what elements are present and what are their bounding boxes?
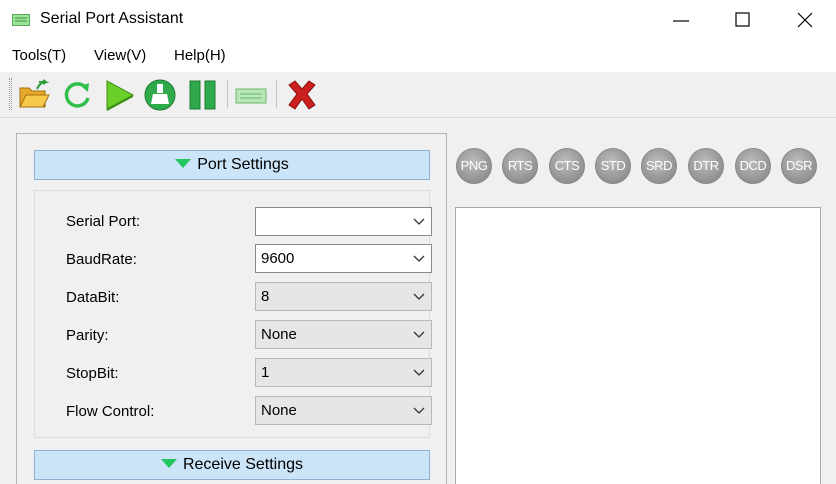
chevron-down-icon (413, 218, 425, 225)
baudrate-value: 9600 (261, 250, 295, 267)
chevron-down-icon (413, 407, 425, 414)
chevron-down-icon (413, 255, 425, 262)
signal-led-std: STD (595, 148, 631, 184)
maximize-button[interactable] (712, 0, 774, 40)
toolbar-separator (227, 80, 228, 108)
flow-control-value: None (261, 402, 297, 419)
flow-control-label: Flow Control: (66, 403, 155, 420)
baudrate-label: BaudRate: (66, 251, 137, 268)
open-button[interactable] (17, 78, 51, 112)
menu-help[interactable]: Help(H) (174, 47, 226, 64)
signal-led-dcd: DCD (735, 148, 771, 184)
start-button[interactable] (102, 78, 136, 112)
toolbar (0, 72, 836, 118)
parity-label: Parity: (66, 327, 109, 344)
signal-led-png: PNG (456, 148, 492, 184)
port-settings-title: Port Settings (197, 156, 289, 173)
chevron-down-icon (413, 369, 425, 376)
stopbit-value: 1 (261, 364, 270, 381)
chevron-down-icon (413, 293, 425, 300)
serial-port-icon (235, 88, 267, 104)
toolbar-separator (276, 80, 277, 108)
play-icon (106, 80, 135, 111)
window-title: Serial Port Assistant (40, 10, 184, 27)
close-x-icon (288, 80, 316, 110)
stopbit-select[interactable]: 1 (255, 358, 432, 387)
close-button[interactable] (774, 0, 836, 40)
signal-led-rts: RTS (502, 148, 538, 184)
flow-control-select[interactable]: None (255, 396, 432, 425)
serial-port-select[interactable] (255, 207, 432, 236)
title-bar: Serial Port Assistant (0, 0, 836, 40)
pause-icon (189, 80, 216, 110)
signal-indicators: PNG RTS CTS STD SRD DTR DCD DSR (456, 148, 836, 188)
databit-select[interactable]: 8 (255, 282, 432, 311)
receive-text-area[interactable] (455, 207, 821, 484)
stopbit-label: StopBit: (66, 365, 119, 382)
port-settings-group: Serial Port: BaudRate: 9600 DataBit: 8 P… (34, 190, 432, 438)
clean-icon (144, 79, 176, 111)
maximize-icon (735, 12, 750, 27)
open-folder-icon (19, 79, 50, 108)
signal-led-dtr: DTR (688, 148, 724, 184)
serial-port-icon (12, 14, 30, 26)
triangle-down-icon (175, 158, 192, 168)
databit-value: 8 (261, 288, 270, 305)
menu-tools[interactable]: Tools(T) (12, 47, 66, 64)
clean-button[interactable] (143, 78, 177, 112)
signal-led-srd: SRD (641, 148, 677, 184)
pause-button[interactable] (186, 78, 220, 112)
settings-panel: Port Settings Serial Port: BaudRate: 960… (16, 133, 447, 484)
menu-view[interactable]: View(V) (94, 47, 146, 64)
parity-select[interactable]: None (255, 320, 432, 349)
receive-settings-header[interactable]: Receive Settings (34, 450, 430, 480)
minimize-button[interactable] (650, 0, 712, 40)
parity-value: None (261, 326, 297, 343)
baudrate-select[interactable]: 9600 (255, 244, 432, 273)
port-button[interactable] (234, 78, 268, 112)
chevron-down-icon (413, 331, 425, 338)
signal-led-cts: CTS (549, 148, 585, 184)
toolbar-grip (9, 78, 12, 110)
minimize-icon (673, 20, 689, 22)
port-settings-header[interactable]: Port Settings (34, 150, 430, 180)
databit-label: DataBit: (66, 289, 120, 306)
signal-led-dsr: DSR (781, 148, 817, 184)
triangle-down-icon (160, 458, 177, 468)
serial-port-label: Serial Port: (66, 213, 141, 230)
exit-button[interactable] (285, 78, 319, 112)
refresh-button[interactable] (60, 78, 94, 112)
refresh-icon (64, 82, 90, 108)
receive-settings-title: Receive Settings (182, 456, 304, 473)
menu-bar: Tools(T) View(V) Help(H) (0, 40, 836, 72)
close-icon (797, 12, 813, 28)
